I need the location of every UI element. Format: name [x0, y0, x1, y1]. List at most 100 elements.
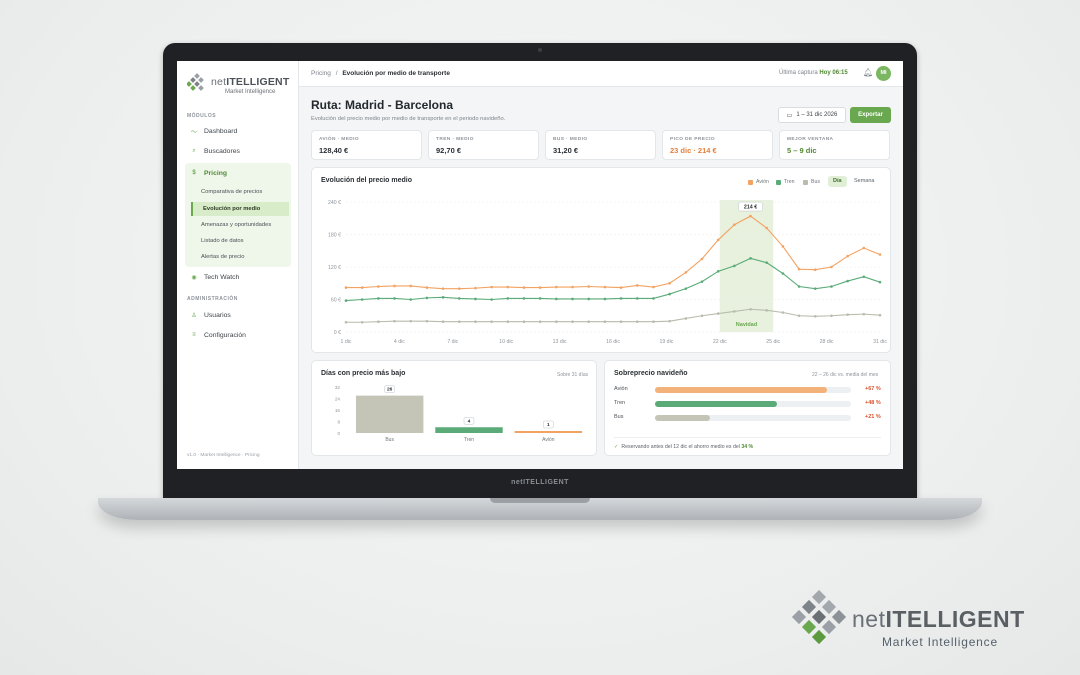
data-point	[733, 264, 736, 268]
toggle-semana[interactable]: Semana	[849, 176, 880, 187]
data-point	[619, 297, 623, 300]
sidebar-sub-amenazas[interactable]: Amenazas y oportunidades	[191, 218, 289, 232]
sidebar-sub-listado[interactable]: Listado de datos	[191, 234, 289, 248]
data-point	[716, 238, 720, 242]
section-admin: ADMINISTRACIÓN	[187, 296, 238, 302]
sidebar-sub-alertas[interactable]: Alertas de precio	[191, 250, 289, 264]
kpi-value: 5 – 9 dic	[787, 146, 817, 155]
trend-icon: 〜	[190, 129, 197, 136]
data-point	[603, 320, 607, 324]
x-tick-label: 1 dic	[341, 339, 352, 345]
bar-category-label: Bus	[385, 437, 394, 443]
savings-note: ✓ Reservando antes del 12 dic el ahorro m…	[614, 444, 753, 450]
sidebar-item-dashboard[interactable]: 〜 Dashboard	[185, 123, 291, 139]
savings-text: Reservando antes del 12 dic el ahorro me…	[621, 444, 740, 450]
data-point	[668, 281, 671, 285]
data-point	[797, 267, 801, 271]
x-tick-label: 25 dic	[766, 339, 780, 345]
series-line-1	[345, 257, 881, 302]
legend-swatch	[803, 179, 808, 185]
legend-item-bus: Bus	[803, 179, 820, 185]
data-point	[506, 285, 510, 289]
data-point	[377, 297, 380, 300]
logo-tagline: Market Intelligence	[225, 89, 276, 95]
breadcrumb-current: Evolución por medio de transporte	[342, 70, 450, 77]
data-point	[360, 298, 364, 301]
y-tick-label: 240 €	[328, 200, 341, 206]
data-point	[878, 253, 882, 256]
surcharge-card-title: Sobreprecio navideño	[614, 370, 688, 377]
y-tick-label: 8	[337, 420, 340, 425]
toggle-dia[interactable]: Día	[828, 176, 847, 187]
data-point	[878, 280, 882, 284]
breadcrumb: Pricing / Evolución por medio de transpo…	[311, 70, 450, 77]
highlight-label: Navidad	[736, 322, 757, 328]
page-subtitle: Evolución del precio medio por medio de …	[311, 116, 506, 122]
y-tick-label: 0 €	[334, 330, 341, 336]
sidebar-item-usuarios[interactable]: ♙ Usuarios	[185, 307, 291, 323]
sidebar-item-label: Pricing	[204, 169, 228, 177]
data-point	[587, 297, 591, 301]
section-modules: MÓDULOS	[187, 113, 217, 119]
data-point	[377, 285, 380, 288]
data-point	[571, 297, 574, 301]
data-point	[538, 286, 542, 289]
sidebar-item-label: Configuración	[204, 331, 246, 339]
data-point	[457, 287, 461, 290]
sidebar-item-buscadores[interactable]: ⌕ Buscadores	[185, 143, 291, 159]
sidebar-sub-evolucion[interactable]: Evolución por medio	[191, 202, 289, 216]
sidebar-item-configuracion[interactable]: ≡ Configuración	[185, 327, 291, 343]
data-point	[490, 298, 493, 301]
data-point	[538, 297, 542, 300]
app-screen: netITELLIGENT Market Intelligence MÓDULO…	[177, 61, 903, 469]
data-point	[862, 312, 866, 316]
data-point	[684, 287, 688, 290]
data-point	[587, 320, 591, 324]
export-button[interactable]: Exportar	[850, 107, 891, 123]
sidebar-item-label: Buscadores	[204, 147, 240, 155]
date-range-button[interactable]: ▭ 1 – 31 dic 2026	[778, 107, 846, 123]
y-tick-label: 60 €	[331, 298, 341, 304]
data-point	[555, 285, 558, 289]
sidebar-item-pricing[interactable]: $ Pricing	[185, 165, 291, 181]
sidebar-item-label: Usuarios	[204, 311, 231, 319]
data-point	[441, 296, 445, 299]
data-point	[603, 285, 607, 289]
sidebar-sub-comparativa[interactable]: Comparativa de precios	[191, 185, 289, 199]
breadcrumb-root[interactable]: Pricing	[311, 70, 331, 77]
data-point	[409, 298, 413, 301]
search-icon: ⌕	[192, 147, 196, 154]
lid-brand: netITELLIGENT	[511, 479, 569, 486]
surcharge-pct: +48 %	[865, 400, 881, 406]
bar-value-label: 1	[547, 422, 550, 428]
brand-logo-name: netITELLIGENT	[852, 606, 1025, 632]
divider	[614, 437, 881, 438]
sidebar-item-label: Tech Watch	[204, 273, 240, 281]
data-point	[377, 320, 380, 324]
data-point	[700, 280, 704, 283]
data-point	[765, 261, 769, 264]
data-point	[393, 284, 396, 288]
topbar: Pricing / Evolución por medio de transpo…	[299, 61, 903, 87]
y-tick-label: 32	[335, 385, 341, 390]
data-point	[619, 320, 623, 324]
sidebar-item-techwatch[interactable]: ◉ Tech Watch	[185, 269, 291, 285]
data-point	[733, 310, 736, 313]
surcharge-row-label: Tren	[614, 400, 626, 406]
avatar[interactable]: MI	[876, 66, 891, 81]
logo-mark-icon	[187, 73, 204, 91]
app-logo[interactable]: netITELLIGENT Market Intelligence	[187, 73, 289, 103]
kpi-label: TREN · MEDIO	[436, 137, 474, 142]
data-point	[474, 286, 477, 290]
check-icon: ✓	[614, 444, 619, 450]
data-point	[781, 311, 785, 314]
data-point	[603, 297, 607, 301]
data-point	[360, 286, 364, 289]
data-point	[506, 297, 510, 300]
data-point	[668, 292, 671, 296]
bell-icon[interactable]: 🔔︎	[863, 68, 873, 77]
x-tick-label: 10 dic	[499, 339, 513, 345]
legend-label: Tren	[784, 179, 795, 185]
x-tick-label: 4 dic	[394, 339, 405, 345]
surcharge-bar-tren	[655, 401, 777, 407]
